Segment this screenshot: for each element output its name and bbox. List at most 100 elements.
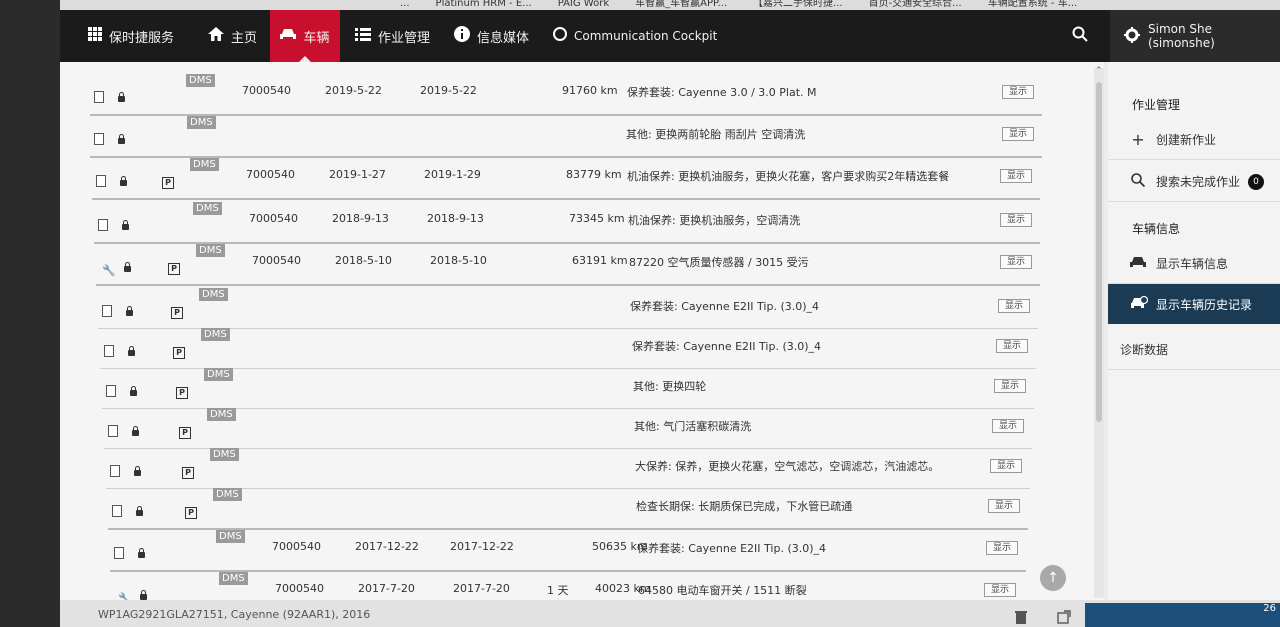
- back-to-top-button[interactable]: ↑: [1040, 565, 1066, 591]
- bookmark-item[interactable]: Platinum HRM - E...: [436, 0, 532, 9]
- start-date: 2018-5-10: [335, 254, 392, 267]
- table-row[interactable]: P DMS 保养套装: Cayenne E2II Tip. (3.0)_4 显示: [98, 288, 1038, 329]
- p-flag-icon: P: [176, 387, 188, 399]
- lock-icon: [128, 346, 135, 356]
- dms-badge: DMS: [201, 328, 230, 341]
- show-button[interactable]: 显示: [1000, 213, 1032, 227]
- create-job-label: 创建新作业: [1156, 133, 1217, 147]
- dms-badge: DMS: [193, 202, 222, 215]
- bookmark-item[interactable]: PAIG Work: [558, 0, 609, 9]
- show-button[interactable]: 显示: [1002, 85, 1034, 99]
- bookmark-item[interactable]: 【嘉兴二手保时捷...: [753, 0, 843, 9]
- trash-icon[interactable]: [1015, 609, 1027, 627]
- bookmark-item[interactable]: 首页-交通安全综合...: [869, 0, 962, 9]
- show-button[interactable]: 显示: [994, 379, 1026, 393]
- job-description: 机油保养: 更换机油服务，空调清洗: [628, 214, 801, 227]
- incomplete-count-badge: 0: [1248, 173, 1265, 190]
- job-description: 其他: 更换两前轮胎 雨刮片 空调清洗: [626, 128, 806, 141]
- monitor-bezel: [0, 0, 60, 627]
- bookmark-item[interactable]: 车辆配置系统 - 车...: [988, 0, 1078, 9]
- order-number: 7000540: [275, 582, 324, 595]
- show-button[interactable]: 显示: [986, 541, 1018, 555]
- bookmark-item[interactable]: ...: [400, 0, 410, 9]
- search-icon: [1130, 173, 1146, 190]
- show-button[interactable]: 显示: [998, 299, 1030, 313]
- show-button[interactable]: 显示: [990, 459, 1022, 473]
- table-row[interactable]: P DMS 其他: 气门活塞积碳清洗 显示: [104, 408, 1032, 449]
- diagnostic-data-button[interactable]: 诊断数据: [1108, 330, 1280, 370]
- table-row[interactable]: DMS 7000540 2017-12-22 2017-12-22 50635 km 保养…: [110, 530, 1026, 572]
- show-button[interactable]: 显示: [988, 499, 1020, 513]
- nav-job-management[interactable]: 作业管理: [355, 10, 430, 62]
- p-flag-icon: P: [185, 507, 197, 519]
- table-row[interactable]: DMS 7000540 2019-5-22 2019-5-22 91760 km 保养套装…: [90, 74, 1042, 116]
- mileage: 91760 km: [562, 84, 618, 97]
- user-name: Simon She (simonshe): [1148, 22, 1215, 50]
- document-icon: [94, 91, 104, 103]
- job-description: 保养套装: Cayenne E2II Tip. (3.0)_4: [637, 542, 827, 555]
- document-icon: [98, 219, 108, 231]
- start-date: 2017-7-20: [358, 582, 415, 595]
- show-button[interactable]: 显示: [1002, 127, 1034, 141]
- order-number: 7000540: [246, 168, 295, 181]
- end-date: 2017-12-22: [450, 540, 514, 553]
- nav-home[interactable]: 主页: [208, 10, 257, 62]
- user-menu[interactable]: Simon She (simonshe): [1110, 10, 1280, 62]
- start-date: 2017-12-22: [355, 540, 419, 553]
- table-row[interactable]: P DMS 检查长期保: 长期质保已完成，下水管已疏通 显示: [108, 488, 1028, 530]
- show-button[interactable]: 显示: [984, 583, 1016, 597]
- mileage: 73345 km: [569, 212, 625, 225]
- p-flag-icon: P: [168, 263, 180, 275]
- search-button[interactable]: [1072, 10, 1088, 62]
- order-number: 7000540: [252, 254, 301, 267]
- search-incomplete-jobs-button[interactable]: 搜索未完成作业 0: [1108, 162, 1280, 202]
- dms-badge: DMS: [219, 572, 248, 585]
- p-flag-icon: P: [182, 467, 194, 479]
- end-date: 2019-1-29: [424, 168, 481, 181]
- table-row[interactable]: P DMS 大保养: 保养，更换火花塞，空气滤芯，空调滤芯，汽油滤芯。 显示: [106, 448, 1030, 489]
- arrow-up-icon: ↑: [1047, 570, 1059, 586]
- dms-badge: DMS: [210, 448, 239, 461]
- dms-badge: DMS: [196, 244, 225, 257]
- plus-icon: +: [1131, 130, 1145, 149]
- table-row[interactable]: P DMS 保养套装: Cayenne E2II Tip. (3.0)_4 显示: [100, 328, 1036, 369]
- nav-info-media[interactable]: 信息媒体: [454, 10, 529, 62]
- external-link-icon[interactable]: [1057, 609, 1071, 627]
- lock-icon: [130, 386, 137, 396]
- create-job-button[interactable]: + 创建新作业: [1108, 120, 1280, 160]
- scroll-up-icon[interactable]: ⌃: [1095, 66, 1103, 76]
- table-row[interactable]: P DMS 其他: 更换四轮 显示: [102, 368, 1034, 409]
- bookmark-item[interactable]: 车智赢_车智赢APP...: [635, 0, 727, 9]
- order-number: 7000540: [272, 540, 321, 553]
- grid-icon: [88, 27, 102, 45]
- scrollbar-thumb[interactable]: [1096, 82, 1102, 422]
- table-row[interactable]: P DMS 7000540 2019-1-27 2019-1-29 83779 km 机油保…: [92, 158, 1040, 200]
- search-incomplete-label: 搜索未完成作业: [1156, 175, 1241, 189]
- nav-porsche-service[interactable]: 保时捷服务: [88, 10, 174, 62]
- show-vehicle-history-button[interactable]: 显示车辆历史记录: [1108, 284, 1280, 324]
- duration: 1 天: [547, 584, 569, 597]
- show-button[interactable]: 显示: [1000, 169, 1032, 183]
- table-row[interactable]: DMS 其他: 更换两前轮胎 雨刮片 空调清洗 显示: [90, 116, 1042, 158]
- panel-heading-vehicle-info: 车辆信息: [1132, 222, 1181, 236]
- lock-icon: [118, 134, 125, 144]
- nav-communication-cockpit[interactable]: Communication Cockpit: [553, 10, 717, 62]
- show-button[interactable]: 显示: [1000, 255, 1032, 269]
- start-date: 2018-9-13: [332, 212, 389, 225]
- job-description: 其他: 气门活塞积碳清洗: [634, 420, 752, 433]
- nav-label: Communication Cockpit: [574, 29, 718, 43]
- nav-vehicle[interactable]: 车辆: [270, 10, 340, 62]
- start-date: 2019-1-27: [329, 168, 386, 181]
- show-button[interactable]: 显示: [992, 419, 1024, 433]
- dms-badge: DMS: [187, 116, 216, 129]
- lock-icon: [124, 262, 131, 272]
- show-button[interactable]: 显示: [996, 339, 1028, 353]
- show-vehicle-info-button[interactable]: 显示车辆信息: [1108, 244, 1280, 284]
- table-row[interactable]: DMS 7000540 2018-9-13 2018-9-13 73345 km 机油保养…: [94, 202, 1040, 244]
- document-icon: [104, 345, 114, 357]
- document-icon: [110, 465, 120, 477]
- table-row[interactable]: 🔧 P DMS 7000540 2018-5-10 2018-5-10 63191 km 87…: [96, 244, 1040, 286]
- p-flag-icon: P: [162, 177, 174, 189]
- job-description: 机油保养: 更换机油服务，更换火花塞，客户要求购买2年精选套餐: [627, 170, 950, 183]
- vehicle-history-list: DMS 7000540 2019-5-22 2019-5-22 91760 km 保养套装…: [60, 62, 1104, 613]
